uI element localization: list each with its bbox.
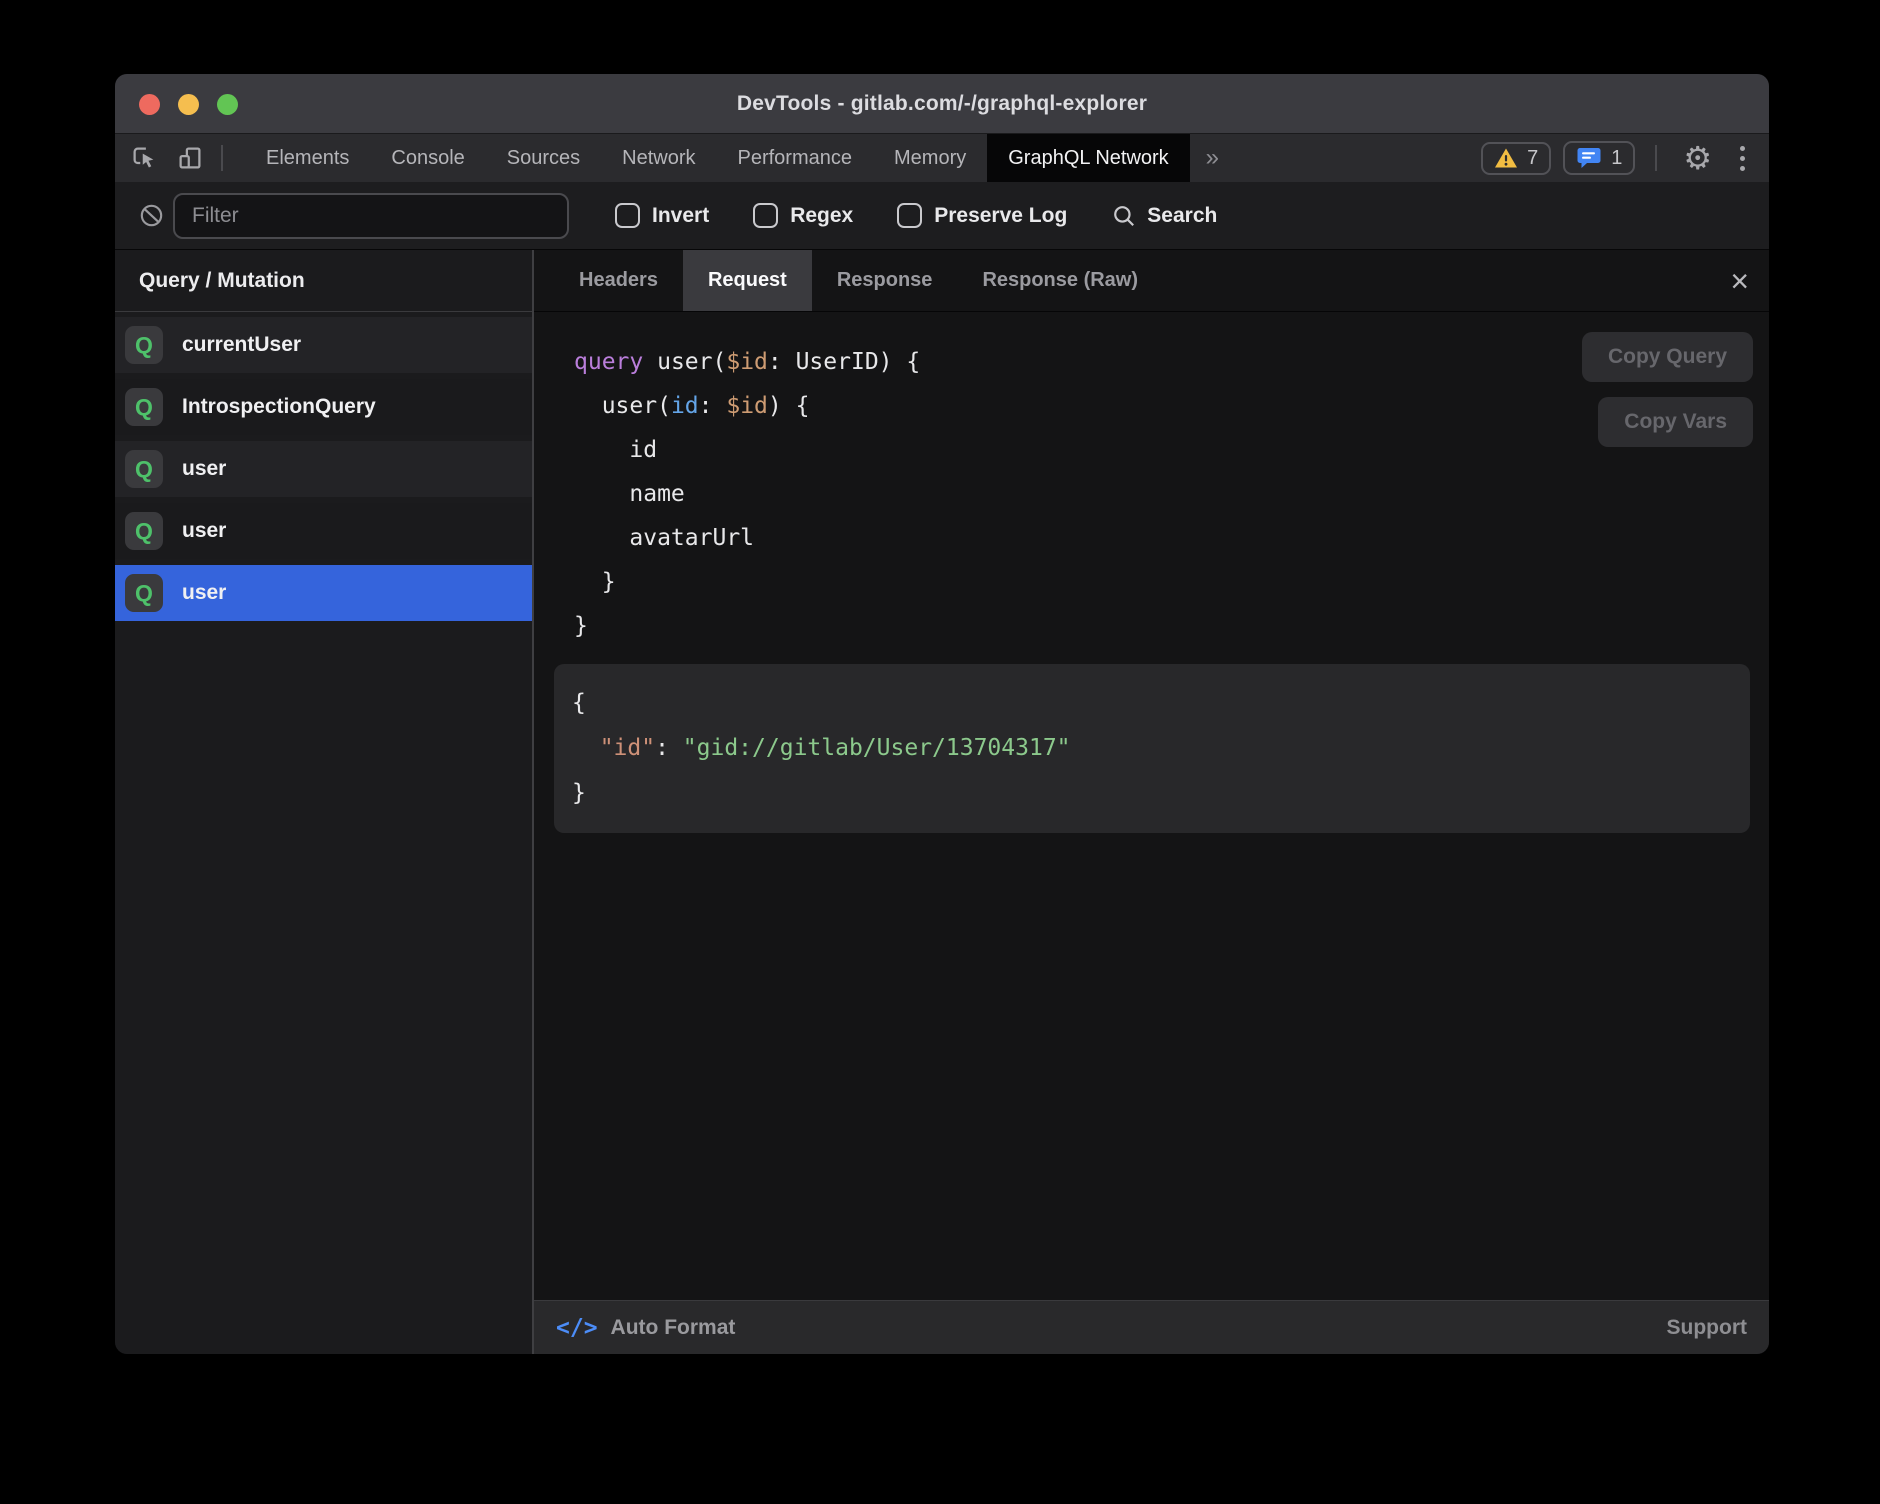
detail-tab-response-raw[interactable]: Response (Raw) (957, 250, 1163, 311)
window-title: DevTools - gitlab.com/-/graphql-explorer (737, 92, 1147, 116)
invert-checkbox[interactable]: Invert (615, 203, 709, 228)
detail-tabs: HeadersRequestResponseResponse (Raw) (554, 250, 1163, 311)
devtools-window: DevTools - gitlab.com/-/graphql-explorer… (115, 74, 1769, 1354)
auto-format-button[interactable]: </> Auto Format (556, 1315, 735, 1341)
query-name-label: currentUser (182, 333, 301, 357)
request-detail-panel: HeadersRequestResponseResponse (Raw) × q… (534, 250, 1769, 1354)
main-split: Query / Mutation QcurrentUserQIntrospect… (115, 250, 1769, 1354)
regex-checkbox-box[interactable] (753, 203, 778, 228)
traffic-lights (139, 74, 238, 134)
preserve-log-checkbox-label: Preserve Log (934, 204, 1067, 228)
close-window-button[interactable] (139, 94, 160, 115)
devtools-tab-memory[interactable]: Memory (873, 134, 987, 182)
code-brackets-icon: </> (556, 1315, 598, 1341)
filter-input[interactable] (173, 193, 569, 239)
issues-count: 1 (1611, 147, 1622, 170)
query-variables-box: { "id": "gid://gitlab/User/13704317" } (554, 664, 1750, 833)
detail-tab-request[interactable]: Request (683, 250, 812, 311)
support-link[interactable]: Support (1667, 1316, 1747, 1340)
copy-buttons: Copy Query Copy Vars (1582, 332, 1753, 447)
search-toggle[interactable]: Search (1111, 203, 1217, 229)
network-filter-bar: Invert Regex Preserve Log Search (115, 182, 1769, 250)
query-name-label: IntrospectionQuery (182, 395, 376, 419)
chat-icon (1576, 146, 1602, 170)
minimize-window-button[interactable] (178, 94, 199, 115)
devtools-tab-network[interactable]: Network (601, 134, 716, 182)
query-list-header: Query / Mutation (115, 250, 532, 312)
query-list-sidebar: Query / Mutation QcurrentUserQIntrospect… (115, 250, 534, 1354)
warnings-badge[interactable]: 7 (1481, 142, 1551, 175)
copy-query-button[interactable]: Copy Query (1582, 332, 1753, 382)
titlebar: DevTools - gitlab.com/-/graphql-explorer (115, 74, 1769, 134)
devtools-tab-performance[interactable]: Performance (717, 134, 874, 182)
query-name-label: user (182, 519, 226, 543)
tabbar-right-group: 7 1 ⚙ (1481, 134, 1769, 182)
preserve-log-checkbox-box[interactable] (897, 203, 922, 228)
query-type-badge: Q (125, 388, 163, 426)
search-icon (1111, 203, 1137, 229)
query-list-item[interactable]: Quser (115, 441, 532, 497)
query-list-item[interactable]: Q IntrospectionQuery (115, 379, 532, 435)
settings-gear-icon[interactable]: ⚙ (1677, 142, 1718, 174)
request-tab-content: query user($id: UserID) { user(id: $id) … (534, 312, 1769, 1300)
clear-requests-icon[interactable] (129, 202, 173, 229)
devtools-tabbar: ElementsConsoleSourcesNetworkPerformance… (115, 134, 1769, 182)
customize-menu-icon[interactable] (1730, 146, 1755, 171)
search-label: Search (1147, 204, 1217, 228)
detail-tab-response[interactable]: Response (812, 250, 958, 311)
detail-tabstrip: HeadersRequestResponseResponse (Raw) × (534, 250, 1769, 312)
invert-checkbox-box[interactable] (615, 203, 640, 228)
devtools-tab-sources[interactable]: Sources (486, 134, 601, 182)
panel-footer: </> Auto Format Support (534, 1300, 1769, 1354)
query-list: QcurrentUserQIntrospectionQueryQuserQuse… (115, 312, 532, 627)
devtools-tab-graphql-network[interactable]: GraphQL Network (987, 134, 1189, 182)
query-type-badge: Q (125, 512, 163, 550)
devtools-tabs: ElementsConsoleSourcesNetworkPerformance… (245, 134, 1190, 182)
warning-icon (1494, 147, 1518, 169)
device-toolbar-icon[interactable] (167, 134, 213, 182)
toolbar-separator (221, 145, 223, 171)
devtools-tab-console[interactable]: Console (370, 134, 485, 182)
query-type-badge: Q (125, 326, 163, 364)
more-tabs-button[interactable]: » (1190, 134, 1235, 182)
detail-tab-headers[interactable]: Headers (554, 250, 683, 311)
query-list-item[interactable]: Quser (115, 565, 532, 621)
graphql-query-code: query user($id: UserID) { user(id: $id) … (574, 340, 920, 648)
filter-options: Invert Regex Preserve Log (615, 203, 1067, 228)
query-name-label: user (182, 457, 226, 481)
query-type-badge: Q (125, 450, 163, 488)
devtools-tab-elements[interactable]: Elements (245, 134, 370, 182)
warning-count: 7 (1527, 147, 1538, 170)
copy-vars-button[interactable]: Copy Vars (1598, 397, 1753, 447)
inspect-element-icon[interactable] (121, 134, 167, 182)
preserve-log-checkbox[interactable]: Preserve Log (897, 203, 1067, 228)
query-name-label: user (182, 581, 226, 605)
query-type-badge: Q (125, 574, 163, 612)
issues-badge[interactable]: 1 (1563, 141, 1635, 175)
regex-checkbox-label: Regex (790, 204, 853, 228)
maximize-window-button[interactable] (217, 94, 238, 115)
query-list-item[interactable]: QcurrentUser (115, 317, 532, 373)
auto-format-label: Auto Format (611, 1316, 736, 1340)
toolbar-separator (1655, 145, 1657, 171)
regex-checkbox[interactable]: Regex (753, 203, 853, 228)
query-list-item[interactable]: Quser (115, 503, 532, 559)
close-panel-icon[interactable]: × (1710, 265, 1769, 297)
invert-checkbox-label: Invert (652, 204, 709, 228)
